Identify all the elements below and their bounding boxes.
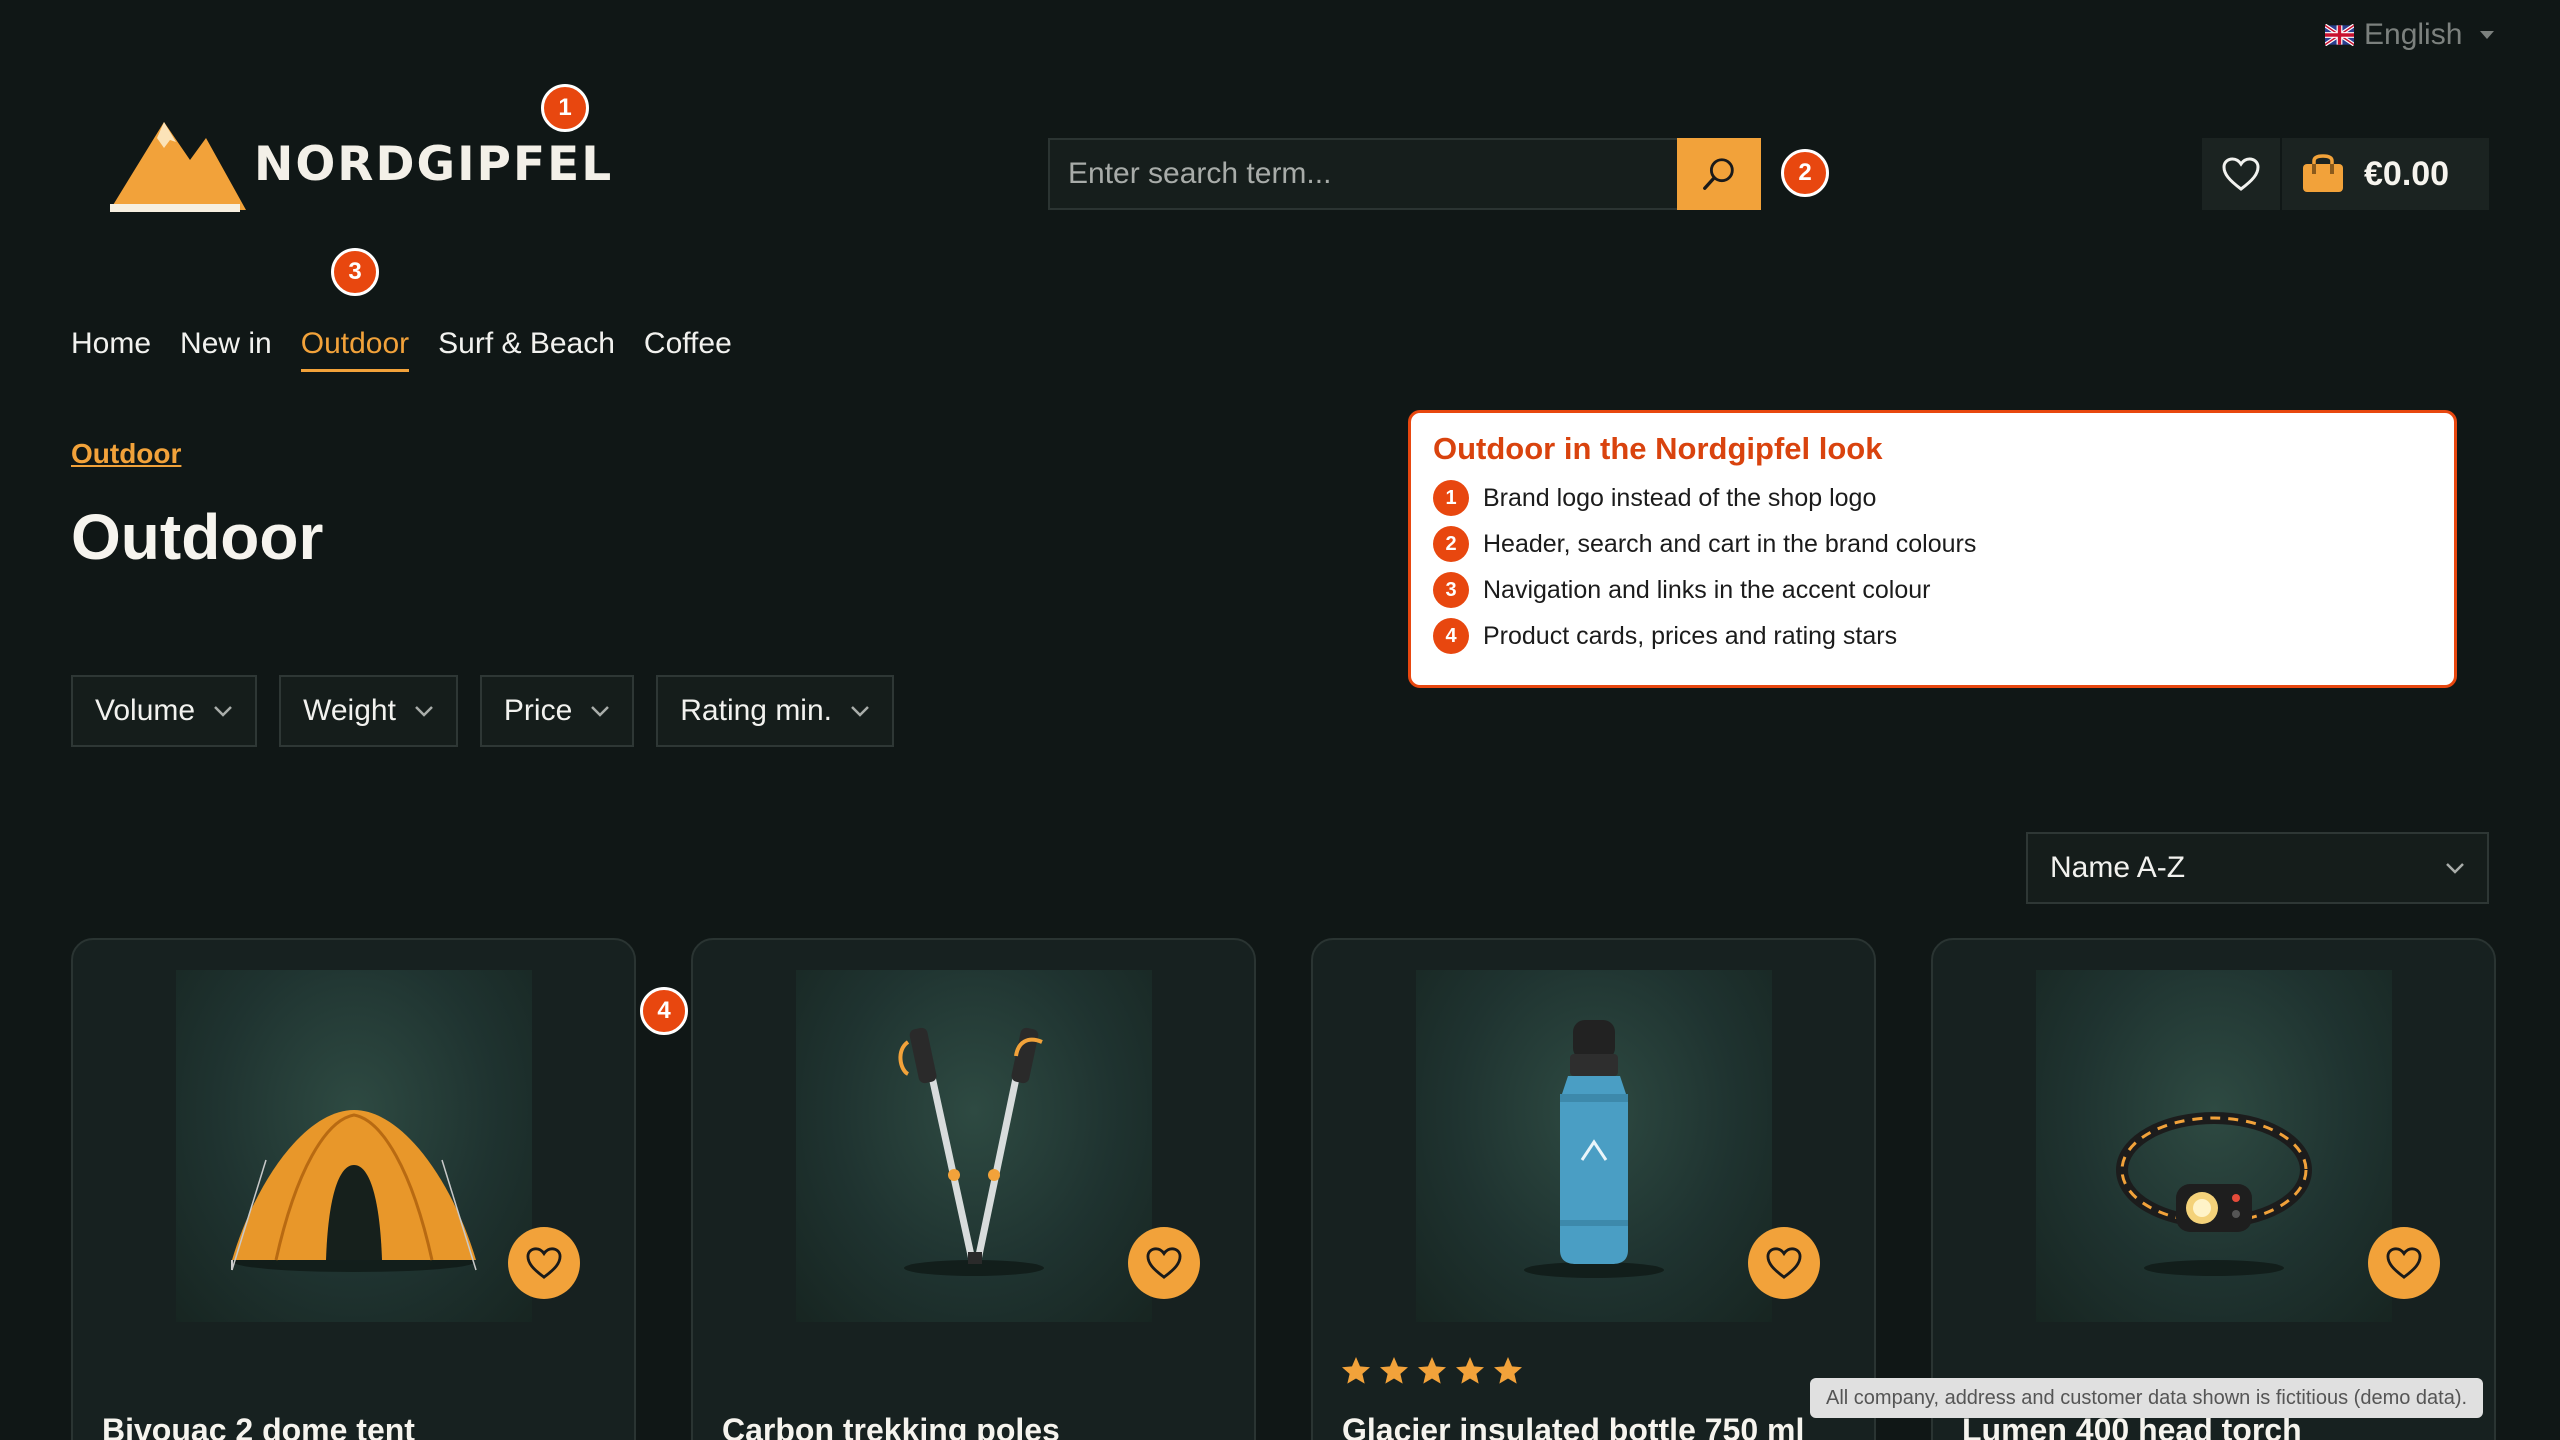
page-title: Outdoor (71, 501, 324, 573)
star-icon (1418, 1357, 1446, 1384)
annotation-list: 1 Brand logo instead of the shop logo 2 … (1433, 475, 2432, 659)
trekking-poles-icon (898, 1027, 1044, 1276)
demo-data-notice: All company, address and customer data s… (1810, 1378, 2484, 1418)
annotation-number: 4 (1433, 618, 1469, 654)
rating-stars (1340, 1355, 1524, 1387)
product-grid: Bivouac 2 dome tent Carbon trekking pole… (71, 938, 2496, 1440)
annotation-number: 1 (1433, 480, 1469, 516)
star-icon (1380, 1357, 1408, 1384)
bottle-icon (1524, 1020, 1664, 1278)
annotation-text: Header, search and cart in the brand col… (1483, 529, 1977, 558)
main-navigation: Home New in Outdoor Surf & Beach Coffee (71, 327, 732, 372)
callout-marker-1: 1 (541, 84, 589, 132)
product-image (176, 970, 532, 1322)
brand-logo[interactable]: NORDGIPFEL (110, 116, 613, 212)
annotation-text: Brand logo instead of the shop logo (1483, 483, 1877, 512)
language-label: English (2364, 18, 2463, 51)
annotation-item: 1 Brand logo instead of the shop logo (1433, 475, 2432, 521)
nav-item-home[interactable]: Home (71, 327, 151, 372)
heart-icon (1766, 1247, 1802, 1279)
language-selector[interactable]: English (2325, 18, 2495, 52)
cart-button[interactable]: €0.00 (2282, 138, 2489, 210)
chevron-down-icon (591, 706, 610, 717)
callout-marker-3: 3 (331, 248, 379, 296)
heart-icon (526, 1247, 562, 1279)
filter-label: Weight (303, 694, 396, 727)
annotation-item: 2 Header, search and cart in the brand c… (1433, 521, 2432, 567)
annotation-item: 4 Product cards, prices and rating stars (1433, 613, 2432, 659)
shopping-bag-icon (2303, 154, 2343, 192)
nav-item-coffee[interactable]: Coffee (644, 327, 732, 372)
filter-label: Rating min. (680, 694, 832, 727)
product-image (796, 970, 1152, 1322)
product-card[interactable]: Lumen 400 head torch (1931, 938, 2496, 1440)
nav-item-surf-beach[interactable]: Surf & Beach (438, 327, 615, 372)
nav-item-outdoor[interactable]: Outdoor (300, 327, 410, 372)
annotation-number: 2 (1433, 526, 1469, 562)
tent-icon (231, 1110, 477, 1272)
add-to-wishlist-button[interactable] (1748, 1227, 1820, 1299)
sort-label: Name A-Z (2050, 851, 2186, 884)
search-button[interactable] (1677, 138, 1761, 210)
product-card[interactable]: Carbon trekking poles (691, 938, 1256, 1440)
breadcrumb[interactable]: Outdoor (71, 438, 181, 470)
star-icon (1494, 1357, 1522, 1384)
chevron-down-icon (415, 706, 433, 717)
callout-marker-2: 2 (1781, 149, 1829, 197)
head-torch-icon (2116, 1112, 2312, 1276)
product-card[interactable]: Bivouac 2 dome tent (71, 938, 636, 1440)
nav-item-new-in[interactable]: New in (180, 327, 272, 372)
star-icon (1456, 1357, 1484, 1384)
filter-label: Volume (95, 694, 196, 727)
annotation-number: 3 (1433, 572, 1469, 608)
annotation-box: Outdoor in the Nordgipfel look 1 Brand l… (1408, 410, 2457, 688)
add-to-wishlist-button[interactable] (508, 1227, 580, 1299)
add-to-wishlist-button[interactable] (2368, 1227, 2440, 1299)
caret-down-icon (2480, 31, 2495, 39)
chevron-down-icon (2446, 863, 2464, 874)
chevron-down-icon (214, 706, 232, 717)
filter-price[interactable]: Price (479, 675, 635, 747)
heart-icon (2386, 1247, 2422, 1279)
product-name[interactable]: Carbon trekking poles (722, 1412, 1060, 1440)
search-icon (1703, 158, 1734, 190)
sort-select[interactable]: Name A-Z (2026, 832, 2489, 904)
search-input[interactable] (1048, 138, 1677, 210)
brand-name: NORDGIPFEL (254, 136, 614, 192)
filter-volume[interactable]: Volume (71, 675, 258, 747)
cart-total: €0.00 (2364, 154, 2450, 193)
mountain-logo-icon (110, 122, 246, 212)
product-image (2036, 970, 2392, 1322)
add-to-wishlist-button[interactable] (1128, 1227, 1200, 1299)
header-actions: €0.00 (2202, 138, 2489, 210)
product-image (1416, 970, 1772, 1322)
wishlist-button[interactable] (2202, 138, 2282, 210)
filter-bar: Volume Weight Price Rating min. (71, 675, 894, 747)
filter-weight[interactable]: Weight (279, 675, 458, 747)
uk-flag-icon (2325, 24, 2354, 46)
heart-icon (2222, 157, 2260, 191)
product-card[interactable]: Glacier insulated bottle 750 ml (1311, 938, 1876, 1440)
header: English NORDGIPFEL Enter search term... … (0, 0, 2560, 298)
annotation-text: Navigation and links in the accent colou… (1483, 575, 1931, 604)
heart-icon (1146, 1247, 1182, 1279)
annotation-item: 3 Navigation and links in the accent col… (1433, 567, 2432, 613)
star-icon (1342, 1357, 1370, 1384)
product-name[interactable]: Bivouac 2 dome tent (102, 1412, 415, 1440)
search-bar (1048, 138, 1761, 210)
product-name[interactable]: Glacier insulated bottle 750 ml (1342, 1412, 1804, 1440)
filter-rating[interactable]: Rating min. (656, 675, 894, 747)
filter-label: Price (503, 694, 573, 727)
annotation-title: Outdoor in the Nordgipfel look (1433, 431, 1883, 466)
annotation-text: Product cards, prices and rating stars (1483, 621, 1898, 650)
chevron-down-icon (851, 706, 869, 717)
